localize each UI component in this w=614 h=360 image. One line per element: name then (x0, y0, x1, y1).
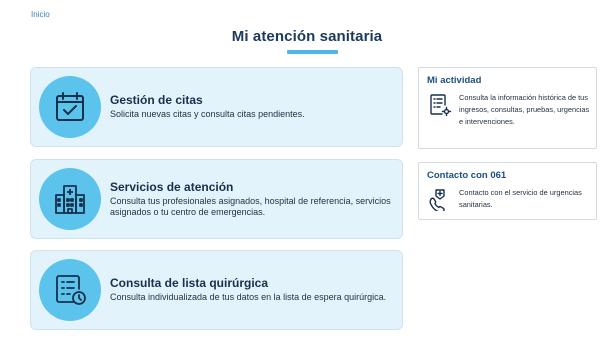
card-title: Gestión de citas (110, 93, 203, 108)
card-description: Consulta tus profesionales asignados, ho… (110, 195, 391, 218)
title-underline (287, 50, 338, 54)
card-title: Servicios de atención (110, 179, 234, 194)
page-title: Mi atención sanitaria (231, 28, 383, 45)
card-servicios-atencion[interactable]: Servicios de atención Consulta tus profe… (30, 159, 403, 239)
card-lista-quirurgica[interactable]: Consulta de lista quirúrgica Consulta in… (30, 250, 403, 330)
calendar-check-icon (39, 76, 101, 138)
card-gestion-citas[interactable]: Gestión de citas Solicita nuevas citas y… (30, 67, 403, 147)
card-description: Solicita nuevas citas y consulta citas p… (110, 109, 305, 120)
sidebar-title: Contacto con 061 (427, 170, 507, 181)
sidebar-title: Mi actividad (427, 75, 482, 86)
emergency-phone-icon (428, 187, 450, 216)
sidebar-mi-actividad[interactable]: Mi actividad Consulta la información his… (418, 67, 597, 149)
card-description: Consulta individualizada de tus datos en… (110, 292, 387, 303)
sidebar-description: Contacto con el servicio de urgencias sa… (459, 188, 582, 209)
breadcrumb-home-link[interactable]: Inicio (31, 10, 50, 19)
card-title: Consulta de lista quirúrgica (110, 276, 269, 291)
sidebar-contacto-061[interactable]: Contacto con 061 Contacto con el servici… (418, 162, 597, 220)
list-settings-icon (428, 93, 452, 122)
checklist-clock-icon (39, 259, 101, 321)
hospital-building-icon (39, 168, 101, 230)
sidebar-description: Consulta la información histórica de tus… (459, 93, 590, 126)
